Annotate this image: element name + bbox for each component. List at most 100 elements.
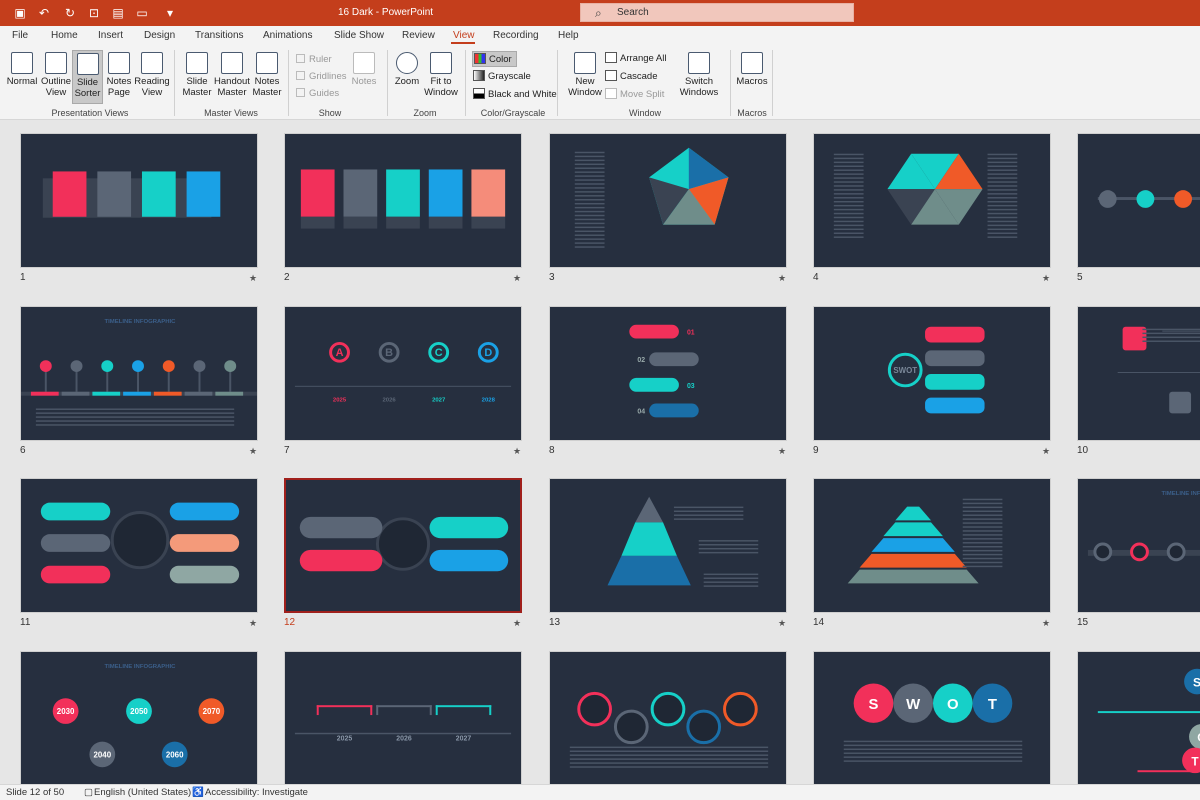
transition-star-icon[interactable]: ★ (778, 618, 786, 629)
group-show: Show (318, 108, 342, 118)
notes-page-icon (108, 52, 130, 74)
transition-star-icon[interactable]: ★ (513, 618, 521, 629)
transition-star-icon[interactable]: ★ (1042, 273, 1050, 284)
slide-sorter-icon (76, 53, 99, 75)
fit-to-window-button[interactable]: Fit to Window (422, 52, 460, 98)
group-macros: Macros (737, 108, 767, 118)
tab-insert[interactable]: Insert (98, 30, 123, 41)
normal-view-icon (11, 52, 33, 74)
notes-button[interactable]: Notes (348, 52, 380, 87)
tab-recording[interactable]: Recording (493, 30, 539, 41)
slide-thumbnail-3[interactable] (549, 133, 787, 268)
slide-thumbnail-7[interactable]: A 2025 B 2026 C 2027 D 2028 (284, 306, 522, 441)
slide-thumbnail-9[interactable]: SWOT (813, 306, 1051, 441)
slide-thumbnail-10[interactable] (1077, 306, 1200, 441)
slide-thumbnail-17[interactable]: 2025 2026 2027 (284, 651, 522, 784)
transition-star-icon[interactable]: ★ (778, 446, 786, 457)
title-bar: ▣ ↶ ↻ ⊡ ▤ ▭ ▾ 16 Dark - PowerPoint ⌕ Sea… (0, 0, 1200, 26)
arrange-all-button[interactable]: Arrange All (605, 52, 666, 64)
transition-star-icon[interactable]: ★ (513, 446, 521, 457)
cascade-button[interactable]: Cascade (605, 70, 658, 82)
svg-text:2028: 2028 (482, 398, 496, 404)
slide-thumbnail-5[interactable] (1077, 133, 1200, 268)
transition-star-icon[interactable]: ★ (1042, 446, 1050, 457)
slide-content: SWOT (887, 326, 985, 414)
slide-thumbnail-2[interactable] (284, 133, 522, 268)
switch-windows-button[interactable]: Switch Windows (674, 52, 724, 98)
slide-sorter-pane[interactable]: 1 ★ 2 ★ 3 ★ 4 ★ 5 TIMELINE INFOGRAPHIC 6 ★ A 2025 B 202… (0, 121, 1200, 784)
proofing-icon[interactable]: ▢ (84, 787, 93, 798)
tab-help[interactable]: Help (558, 30, 579, 41)
tab-slide-show[interactable]: Slide Show (334, 30, 384, 41)
tab-design[interactable]: Design (144, 30, 175, 41)
customize-icon[interactable]: ▾ (162, 5, 178, 21)
black-and-white-button[interactable]: Black and White (473, 88, 557, 100)
handout-master-icon (221, 52, 243, 74)
outline-view-button[interactable]: Outline View (39, 52, 73, 98)
slide-thumbnail-15[interactable]: TIMELINE INFOGRAPHIC (1077, 478, 1200, 613)
present-icon[interactable]: ⊡ (86, 5, 102, 21)
svg-text:B: B (385, 347, 393, 359)
slide-thumbnail-14[interactable] (813, 478, 1051, 613)
slide-master-button[interactable]: Slide Master (180, 52, 214, 98)
gridlines-checkbox[interactable]: Gridlines (296, 71, 347, 82)
zoom-button[interactable]: Zoom (392, 52, 422, 87)
new-window-button[interactable]: New Window (566, 52, 604, 98)
transition-star-icon[interactable]: ★ (249, 446, 257, 457)
slide-thumbnail-6[interactable]: TIMELINE INFOGRAPHIC (20, 306, 258, 441)
transition-star-icon[interactable]: ★ (1042, 618, 1050, 629)
slide-sorter-button[interactable]: Slide Sorter (72, 50, 103, 104)
move-split-button[interactable]: Move Split (605, 88, 664, 100)
ruler-checkbox[interactable]: Ruler (296, 54, 332, 65)
normal-view-button[interactable]: Normal (5, 52, 39, 87)
slide-content: TIMELINE INFOGRAPHIC 2030 2050 2070 2040 2060 (52, 664, 225, 768)
transition-star-icon[interactable]: ★ (778, 273, 786, 284)
tab-animations[interactable]: Animations (263, 30, 312, 41)
layout-icon[interactable]: ▤ (110, 5, 126, 21)
slide-thumbnail-18[interactable] (549, 651, 787, 784)
shape-icon[interactable]: ▭ (134, 5, 150, 21)
grayscale-button[interactable]: Grayscale (473, 70, 531, 82)
tab-home[interactable]: Home (51, 30, 78, 41)
transition-star-icon[interactable]: ★ (249, 618, 257, 629)
slide-thumbnail-16[interactable]: TIMELINE INFOGRAPHIC 2030 2050 2070 2040 2060 (20, 651, 258, 784)
slide-thumbnail-11[interactable] (20, 478, 258, 613)
slide-thumbnail-4[interactable] (813, 133, 1051, 268)
color-button[interactable]: Color (472, 51, 517, 67)
notes-page-button[interactable]: Notes Page (104, 52, 134, 98)
group-master-views: Master Views (204, 108, 258, 118)
slide-thumbnail-20[interactable]: SWOT (1077, 651, 1200, 784)
slide-thumbnail-19[interactable]: SWOT (813, 651, 1051, 784)
accessibility-status[interactable]: Accessibility: Investigate (205, 787, 308, 798)
tab-transitions[interactable]: Transitions (195, 30, 244, 41)
reading-view-button[interactable]: Reading View (134, 52, 170, 98)
guides-checkbox[interactable]: Guides (296, 88, 339, 99)
slide-number: 7 (284, 445, 290, 456)
slide-thumbnail-13[interactable] (549, 478, 787, 613)
tab-file[interactable]: File (12, 30, 28, 41)
language-indicator[interactable]: English (United States) (94, 787, 191, 798)
macros-button[interactable]: Macros (734, 52, 770, 87)
search-box[interactable]: ⌕ Search (580, 3, 854, 22)
tab-review[interactable]: Review (402, 30, 435, 41)
svg-text:2025: 2025 (333, 398, 347, 404)
redo-icon[interactable]: ↻ (62, 5, 78, 21)
slide-number: 15 (1077, 617, 1089, 628)
handout-master-button[interactable]: Handout Master (214, 52, 250, 98)
slide-thumbnail-8[interactable]: 01 02 03 04 (549, 306, 787, 441)
save-icon[interactable]: ▣ (12, 5, 28, 21)
switch-windows-icon (688, 52, 710, 74)
slide-thumbnail-1[interactable] (20, 133, 258, 268)
tab-view[interactable]: View (453, 30, 475, 41)
slide-number: 5 (1077, 272, 1083, 283)
slide-content: 01 02 03 04 (629, 324, 699, 418)
slide-thumbnail-12[interactable] (284, 478, 522, 613)
slide-master-icon (186, 52, 208, 74)
svg-text:D: D (484, 347, 492, 359)
transition-star-icon[interactable]: ★ (249, 273, 257, 284)
checkbox-icon (296, 54, 305, 63)
notes-master-button[interactable]: Notes Master (250, 52, 284, 98)
undo-icon[interactable]: ↶ (36, 5, 52, 21)
svg-text:04: 04 (637, 408, 645, 415)
transition-star-icon[interactable]: ★ (513, 273, 521, 284)
